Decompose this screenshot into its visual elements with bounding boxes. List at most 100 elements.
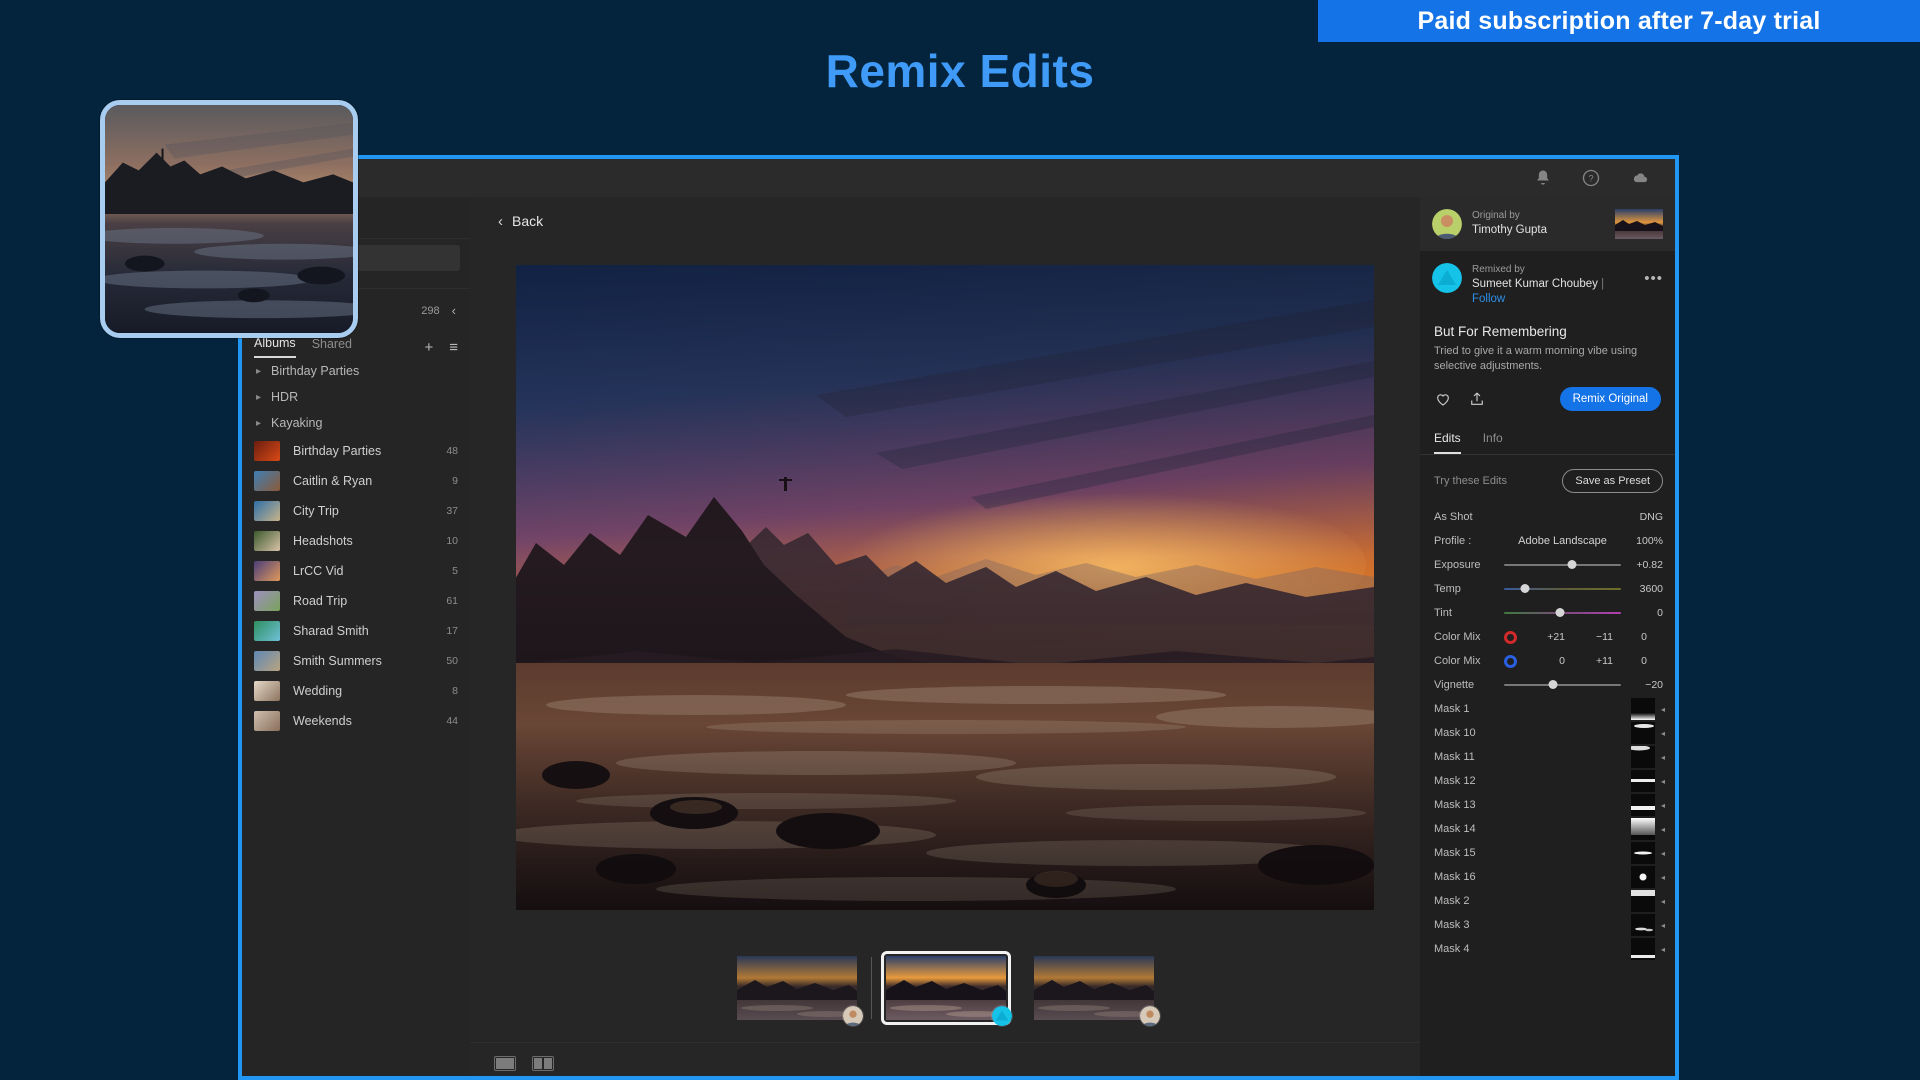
album-name: Smith Summers bbox=[293, 654, 382, 668]
mask-expand-icon[interactable]: ◂ bbox=[1661, 729, 1665, 738]
mask-row[interactable]: Mask 13 ◂ bbox=[1420, 793, 1675, 817]
remix-original-button[interactable]: Remix Original bbox=[1559, 387, 1661, 412]
follow-link[interactable]: Follow bbox=[1472, 293, 1505, 305]
mask-expand-icon[interactable]: ◂ bbox=[1661, 801, 1665, 810]
album-row[interactable]: Weekends 44 bbox=[242, 706, 470, 736]
filmstrip-thumbnail[interactable] bbox=[736, 956, 864, 1027]
more-options-icon[interactable]: ••• bbox=[1644, 263, 1663, 286]
mask-expand-icon[interactable]: ◂ bbox=[1661, 777, 1665, 786]
tab-edits[interactable]: Edits bbox=[1434, 431, 1461, 455]
mask-thumbnail[interactable] bbox=[1630, 866, 1655, 889]
mask-row[interactable]: Mask 4 ◂ bbox=[1420, 937, 1675, 961]
mask-expand-icon[interactable]: ◂ bbox=[1661, 897, 1665, 906]
slider-track bbox=[1504, 564, 1621, 567]
tab-shared[interactable]: Shared bbox=[312, 337, 352, 357]
sort-icon[interactable]: ≡ bbox=[449, 340, 458, 355]
mask-thumbnail[interactable] bbox=[1630, 818, 1655, 841]
mask-row[interactable]: Mask 2 ◂ bbox=[1420, 889, 1675, 913]
album-row[interactable]: Road Trip 61 bbox=[242, 586, 470, 616]
plus-icon[interactable]: + bbox=[424, 340, 433, 355]
mask-thumbnail[interactable] bbox=[1630, 938, 1655, 961]
share-icon[interactable] bbox=[1468, 390, 1486, 408]
mask-expand-icon[interactable]: ◂ bbox=[1661, 753, 1665, 762]
album-row[interactable]: Smith Summers 50 bbox=[242, 646, 470, 676]
tab-info[interactable]: Info bbox=[1483, 431, 1503, 454]
slider-knob[interactable] bbox=[1548, 680, 1558, 690]
edit-setting-row[interactable]: Profile : Adobe Landscape 100% bbox=[1420, 529, 1675, 553]
edit-slider[interactable] bbox=[1504, 558, 1621, 572]
collapse-chevron-icon[interactable]: ‹ bbox=[452, 303, 456, 318]
album-row[interactable]: Birthday Parties 48 bbox=[242, 436, 470, 466]
album-group-row[interactable]: ▸ Kayaking bbox=[242, 410, 470, 436]
mask-thumbnail[interactable] bbox=[1630, 722, 1655, 745]
album-row[interactable]: City Trip 37 bbox=[242, 496, 470, 526]
remix-avatar bbox=[1432, 263, 1462, 293]
single-view-icon[interactable] bbox=[494, 1056, 516, 1071]
mask-row[interactable]: Mask 11 ◂ bbox=[1420, 745, 1675, 769]
edit-slider[interactable] bbox=[1504, 678, 1621, 692]
mask-expand-icon[interactable]: ◂ bbox=[1661, 849, 1665, 858]
window-body: 298 ‹ Albums Shared + ≡ ▸ Birthday Parti… bbox=[242, 197, 1675, 1076]
mask-row[interactable]: Mask 3 ◂ bbox=[1420, 913, 1675, 937]
back-button[interactable]: ‹ Back bbox=[498, 213, 543, 230]
filmstrip-thumbnail[interactable] bbox=[1033, 956, 1161, 1027]
mask-thumbnail[interactable] bbox=[1630, 770, 1655, 793]
save-as-preset-button[interactable]: Save as Preset bbox=[1562, 469, 1663, 494]
edit-setting-row[interactable]: Vignette −20 bbox=[1420, 673, 1675, 697]
slider-knob[interactable] bbox=[1567, 560, 1577, 570]
mask-expand-icon[interactable]: ◂ bbox=[1661, 945, 1665, 954]
mask-expand-icon[interactable]: ◂ bbox=[1661, 825, 1665, 834]
tab-albums[interactable]: Albums bbox=[254, 336, 296, 358]
edit-setting-row[interactable]: As Shot DNG bbox=[1420, 505, 1675, 529]
album-row[interactable]: Headshots 10 bbox=[242, 526, 470, 556]
edit-setting-row[interactable]: Tint 0 bbox=[1420, 601, 1675, 625]
mask-expand-icon[interactable]: ◂ bbox=[1661, 705, 1665, 714]
album-row[interactable]: Sharad Smith 17 bbox=[242, 616, 470, 646]
mask-row[interactable]: Mask 14 ◂ bbox=[1420, 817, 1675, 841]
edit-setting-row[interactable]: Color Mix 0 +11 0 bbox=[1420, 649, 1675, 673]
mask-row[interactable]: Mask 12 ◂ bbox=[1420, 769, 1675, 793]
mask-name: Mask 11 bbox=[1434, 751, 1475, 764]
mask-thumbnail[interactable] bbox=[1630, 746, 1655, 769]
album-name: LrCC Vid bbox=[293, 564, 344, 578]
edit-setting-row[interactable]: Temp 3600 bbox=[1420, 577, 1675, 601]
mask-row[interactable]: Mask 10 ◂ bbox=[1420, 721, 1675, 745]
main-photo[interactable] bbox=[516, 265, 1374, 910]
filmstrip-badge bbox=[841, 1005, 864, 1027]
edit-slider[interactable] bbox=[1504, 606, 1621, 620]
slider-knob[interactable] bbox=[1555, 608, 1565, 618]
compare-view-icon[interactable] bbox=[532, 1056, 554, 1071]
color-swatch[interactable] bbox=[1504, 654, 1517, 668]
mask-row[interactable]: Mask 1 ◂ bbox=[1420, 697, 1675, 721]
edit-slider[interactable] bbox=[1504, 582, 1621, 596]
filmstrip-thumbnail[interactable] bbox=[880, 951, 1013, 1027]
edit-setting-row[interactable]: Exposure +0.82 bbox=[1420, 553, 1675, 577]
heart-icon[interactable] bbox=[1434, 390, 1452, 408]
album-group-row[interactable]: ▸ HDR bbox=[242, 384, 470, 410]
mask-expand-icon[interactable]: ◂ bbox=[1661, 873, 1665, 882]
help-icon[interactable]: ? bbox=[1581, 168, 1601, 188]
mask-row[interactable]: Mask 16 ◂ bbox=[1420, 865, 1675, 889]
original-photo-thumbnail[interactable] bbox=[1615, 209, 1663, 239]
album-row[interactable]: LrCC Vid 5 bbox=[242, 556, 470, 586]
cloud-icon[interactable] bbox=[1629, 168, 1649, 188]
mask-thumbnail[interactable] bbox=[1630, 794, 1655, 817]
edit-setting-name: Tint bbox=[1434, 607, 1452, 620]
album-name: Birthday Parties bbox=[293, 444, 382, 458]
mask-thumbnail[interactable] bbox=[1630, 698, 1655, 721]
mask-thumbnail[interactable] bbox=[1630, 890, 1655, 913]
edit-setting-name: Profile : bbox=[1434, 535, 1472, 548]
mask-row[interactable]: Mask 15 ◂ bbox=[1420, 841, 1675, 865]
original-author-row: Original by Timothy Gupta bbox=[1420, 197, 1675, 251]
album-row[interactable]: Caitlin & Ryan 9 bbox=[242, 466, 470, 496]
slider-knob[interactable] bbox=[1520, 584, 1530, 594]
album-row[interactable]: Wedding 8 bbox=[242, 676, 470, 706]
album-group-row[interactable]: ▸ Birthday Parties bbox=[242, 358, 470, 384]
post-title: But For Remembering bbox=[1434, 323, 1567, 339]
bell-icon[interactable] bbox=[1533, 168, 1553, 188]
mask-thumbnail[interactable] bbox=[1630, 914, 1655, 937]
mask-expand-icon[interactable]: ◂ bbox=[1661, 921, 1665, 930]
edit-setting-row[interactable]: Color Mix +21 −11 0 bbox=[1420, 625, 1675, 649]
mask-thumbnail[interactable] bbox=[1630, 842, 1655, 865]
color-swatch[interactable] bbox=[1504, 630, 1517, 644]
